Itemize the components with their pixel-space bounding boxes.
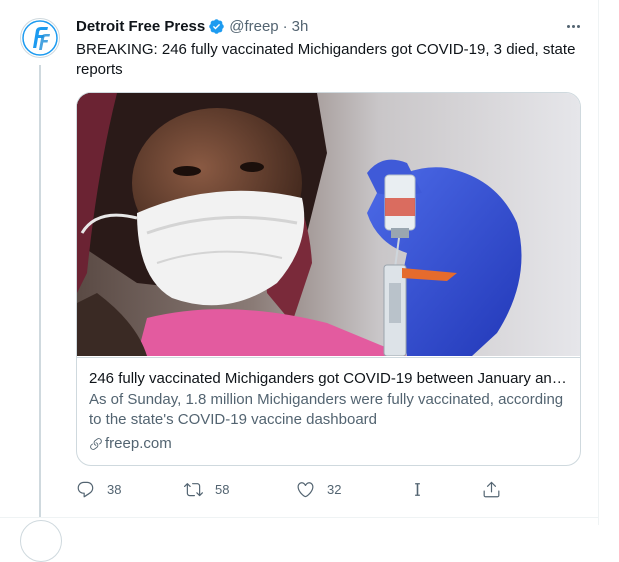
share-icon (483, 481, 500, 497)
reply-icon (77, 481, 94, 497)
link-card[interactable]: 246 fully vaccinated Michiganders got CO… (76, 92, 581, 466)
thread-line (39, 65, 41, 517)
author-avatar[interactable] (20, 18, 60, 58)
author-handle[interactable]: @freep (229, 18, 278, 35)
card-description: As of Sunday, 1.8 million Michiganders w… (89, 391, 564, 428)
reply-button[interactable]: 38 (76, 478, 121, 500)
ip-icon (415, 482, 420, 496)
card-body: 246 fully vaccinated Michiganders got CO… (77, 357, 580, 452)
author-name[interactable]: Detroit Free Press (76, 18, 205, 35)
like-icon (297, 481, 314, 497)
retweet-count: 58 (215, 481, 230, 497)
card-image (77, 93, 580, 356)
tweet-divider (0, 517, 598, 518)
verified-badge-icon (209, 18, 224, 34)
tweet-timestamp[interactable]: 3h (292, 18, 309, 35)
card-domain-text: freep.com (105, 435, 172, 452)
share-button[interactable] (482, 478, 513, 500)
separator-dot: · (282, 17, 288, 35)
like-button[interactable]: 32 (296, 478, 341, 500)
detroit-free-press-logo (22, 20, 58, 56)
reply-count: 38 (107, 481, 122, 497)
card-domain[interactable]: freep.com (89, 434, 172, 454)
like-count: 32 (327, 481, 342, 497)
tweet-text: BREAKING: 246 fully vaccinated Michigand… (76, 41, 576, 78)
retweet-icon (184, 482, 203, 496)
tweet-header: Detroit Free Press @freep · 3h (76, 15, 308, 37)
link-icon (90, 438, 102, 450)
ip-button[interactable] (408, 478, 439, 500)
timeline-border (598, 0, 599, 525)
tweet-actions: 38 58 32 (76, 478, 506, 500)
card-title[interactable]: 246 fully vaccinated Michiganders got CO… (89, 369, 569, 389)
more-icon[interactable] (560, 15, 586, 37)
next-tweet-avatar[interactable] (20, 520, 62, 562)
retweet-button[interactable]: 58 (184, 478, 229, 500)
